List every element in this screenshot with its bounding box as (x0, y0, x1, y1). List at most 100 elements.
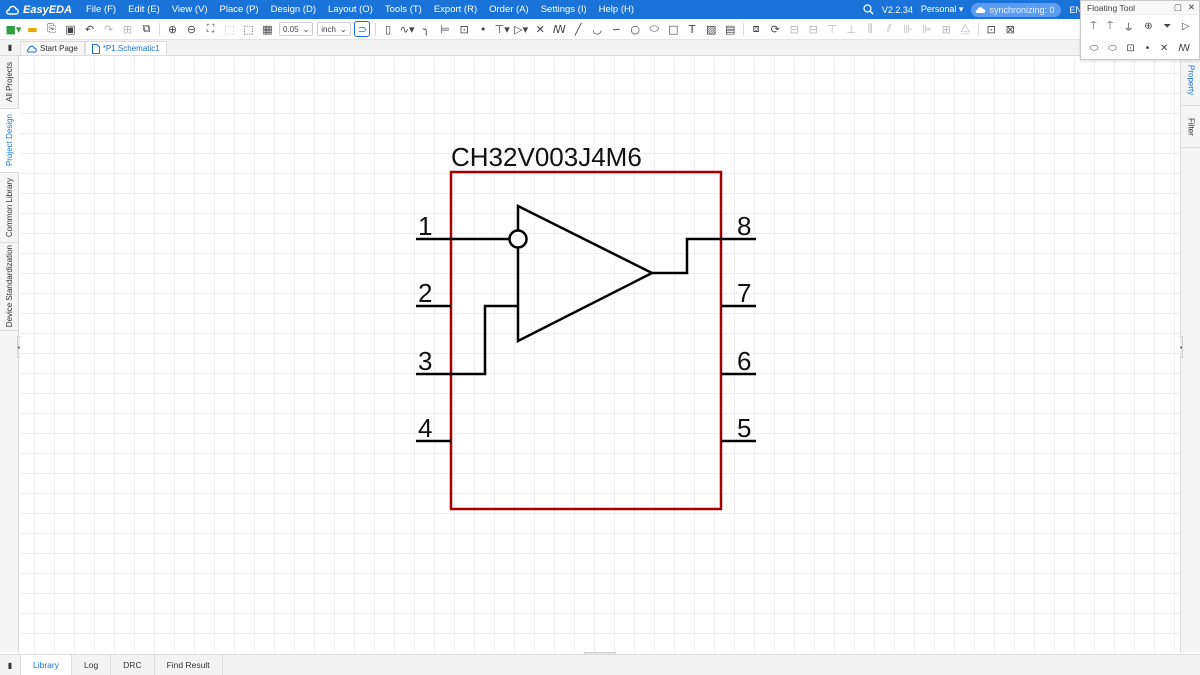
menu-file[interactable]: File (F) (80, 4, 122, 15)
netlist-icon[interactable]: ⊡ (983, 21, 999, 37)
floating-tool-panel[interactable]: Floating Tool ▢ ✕ ⍑ ⍑ ⏚ ⊕ ⏷ ▷ ⬭ ⬭ ⊡ • ✕ … (1080, 0, 1200, 60)
text-icon[interactable]: T (684, 21, 700, 37)
signal-source-icon[interactable]: ⊕ (1144, 21, 1152, 32)
rotate-icon[interactable]: ⟳ (767, 21, 783, 37)
bus-icon[interactable]: ╮ (418, 21, 434, 37)
bottom-menu-icon[interactable]: ▮ (0, 655, 20, 675)
ground-icon[interactable]: ⏚ (1124, 19, 1134, 34)
restore-icon[interactable]: ▢ (1174, 2, 1182, 13)
new-file-icon[interactable]: ■▾ (6, 21, 22, 37)
net-port-icon[interactable]: ⊡ (456, 21, 472, 37)
undo-icon[interactable]: ↶ (82, 21, 98, 37)
ellipse-icon[interactable]: ⬭ (646, 21, 662, 37)
menu-help[interactable]: Help (H) (593, 4, 640, 15)
component-icon[interactable]: ▯ (380, 21, 396, 37)
save-icon[interactable]: ⎘ (44, 21, 60, 37)
net-flag-icon[interactable]: ▷ (1182, 21, 1190, 32)
align-center-v-icon[interactable]: ⫽ (881, 21, 897, 37)
edition-dropdown[interactable]: Personal ▾ (921, 4, 964, 15)
port-in-icon[interactable]: ⬭ (1090, 43, 1099, 54)
menu-edit[interactable]: Edit (E) (122, 4, 166, 15)
port-out-icon[interactable]: ⬭ (1108, 43, 1117, 54)
app-logo[interactable]: EasyEDA (0, 4, 80, 16)
ground-arrow-icon[interactable]: ⏷ (1163, 21, 1171, 32)
panel-tab-device-standardization[interactable]: Device Standardization (0, 243, 19, 331)
panel-tab-all-projects[interactable]: All Projects (0, 56, 19, 109)
power-icon[interactable]: ⍑ (1107, 21, 1113, 32)
panel-tab-filter[interactable]: Filter (1181, 106, 1200, 148)
tab-schematic[interactable]: *P1.Schematic1 (84, 41, 167, 55)
pin-icon[interactable]: ꟿ (551, 21, 567, 37)
zoom-in-icon[interactable]: ⊕ (165, 21, 181, 37)
align-bottom-icon[interactable]: ⊥ (843, 21, 859, 37)
bottom-tab-library[interactable]: Library (20, 655, 72, 675)
no-connect-icon[interactable]: ✕ (532, 21, 548, 37)
distribute-v-icon[interactable]: ⊫ (919, 21, 935, 37)
component-name[interactable]: CH32V003J4M6 (451, 142, 642, 172)
arc-icon[interactable]: ◡ (589, 21, 605, 37)
align-grid-icon[interactable]: ⊞ (938, 21, 954, 37)
zoom-selection-icon[interactable]: ⬚ (241, 21, 257, 37)
convert-icon[interactable]: ⊠ (1002, 21, 1018, 37)
save-all-icon[interactable]: ▣ (63, 21, 79, 37)
align-right-icon[interactable]: ⊟ (805, 21, 821, 37)
schematic-canvas[interactable]: CH32V003J4M6 1 2 3 4 8 7 6 5 (20, 57, 1180, 653)
panel-tab-project-design[interactable]: Project Design (0, 109, 19, 173)
distribute-h-icon[interactable]: ⊪ (900, 21, 916, 37)
no-connect-icon[interactable]: ✕ (1160, 43, 1168, 54)
menu-place[interactable]: Place (P) (214, 4, 265, 15)
junction-icon[interactable]: • (1144, 43, 1150, 54)
pin-1[interactable]: 1 (416, 211, 451, 241)
bezier-icon[interactable]: ∽ (608, 21, 624, 37)
cross-probe-icon[interactable]: ⧋ (957, 21, 973, 37)
pin-4[interactable]: 4 (416, 413, 451, 443)
unit-select[interactable]: inch ⌄ (317, 22, 351, 36)
close-icon[interactable]: ✕ (1188, 2, 1195, 13)
zoom-out-icon[interactable]: ⊖ (184, 21, 200, 37)
menu-tools[interactable]: Tools (T) (379, 4, 428, 15)
bottom-tab-drc[interactable]: DRC (111, 655, 155, 675)
bottom-tab-log[interactable]: Log (72, 655, 112, 675)
menu-order[interactable]: Order (A) (483, 4, 535, 15)
pin-5[interactable]: 5 (721, 413, 756, 443)
menu-export[interactable]: Export (R) (428, 4, 483, 15)
zoom-area-icon[interactable]: ⬚ (222, 21, 238, 37)
grid-size-select[interactable]: 0.05 ⌄ (279, 22, 314, 36)
pin-7[interactable]: 7 (721, 278, 756, 308)
floating-tool-header[interactable]: Floating Tool ▢ ✕ (1081, 1, 1199, 15)
pin-icon[interactable]: ꟿ (1178, 43, 1190, 54)
image-icon[interactable]: ▨ (703, 21, 719, 37)
component-body[interactable] (449, 170, 723, 511)
pin-3[interactable]: 3 (416, 346, 451, 376)
menu-settings[interactable]: Settings (I) (535, 4, 593, 15)
panel-tab-common-library[interactable]: Common Library (0, 173, 19, 243)
snap-toggle-icon[interactable]: ⊃ (354, 21, 371, 37)
junction-icon[interactable]: • (475, 21, 491, 37)
menu-layout[interactable]: Layout (O) (322, 4, 379, 15)
bottom-tab-find-result[interactable]: Find Result (155, 655, 223, 675)
align-top-icon[interactable]: ⊤ (824, 21, 840, 37)
align-center-h-icon[interactable]: ⫼ (862, 21, 878, 37)
pin-2[interactable]: 2 (416, 278, 451, 308)
mirror-icon[interactable]: ⧈ (748, 21, 764, 37)
fit-view-icon[interactable]: ⛶ (203, 21, 219, 37)
tab-start-page[interactable]: Start Page (20, 41, 85, 55)
align-left-icon[interactable]: ⊟ (786, 21, 802, 37)
circle-icon[interactable]: ○ (627, 21, 643, 37)
power-flag-icon[interactable]: ⊤▾ (494, 21, 510, 37)
wire-icon[interactable]: ∿▾ (399, 21, 415, 37)
table-icon[interactable]: ▤ (722, 21, 738, 37)
rectangle-icon[interactable]: □ (665, 21, 681, 37)
grid-toggle-icon[interactable]: ▦ (260, 21, 276, 37)
pin-6[interactable]: 6 (721, 346, 756, 376)
paste-icon[interactable]: ⧉ (139, 21, 155, 37)
redo-icon[interactable]: ↷ (101, 21, 117, 37)
line-icon[interactable]: ╱ (570, 21, 586, 37)
open-folder-icon[interactable]: ▬ (25, 21, 41, 37)
panel-tab-property[interactable]: Property (1181, 56, 1200, 106)
grid-copy-icon[interactable]: ⊞ (120, 21, 136, 37)
search-icon[interactable] (863, 4, 874, 15)
net-port-icon[interactable]: ⊡ (1126, 43, 1134, 54)
sync-status-badge[interactable]: synchronizing: 0 (971, 2, 1062, 17)
net-label-icon[interactable]: ⊨ (437, 21, 453, 37)
